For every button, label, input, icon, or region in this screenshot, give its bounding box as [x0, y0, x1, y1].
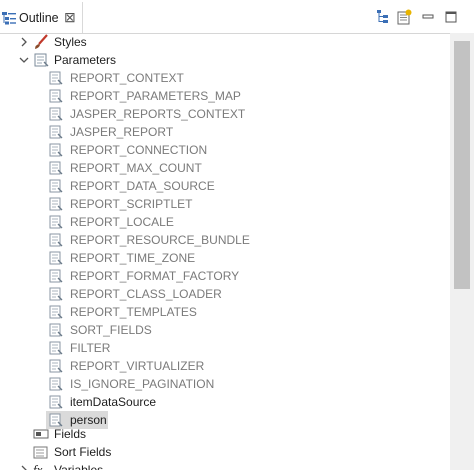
- tree-node-label: Parameters: [54, 53, 117, 67]
- view-tab-bar: Outline ⊠: [0, 0, 474, 34]
- tree-node-parameter[interactable]: REPORT_CONNECTION: [0, 141, 450, 159]
- parameter-icon: [48, 106, 64, 122]
- parameter-icon: [48, 232, 64, 248]
- outline-icon: [2, 11, 16, 25]
- tree-node-variables[interactable]: fx Variables: [0, 461, 450, 470]
- tree-node-parameter[interactable]: REPORT_TEMPLATES: [0, 303, 450, 321]
- tree-node-label: REPORT_SCRIPTLET: [70, 197, 193, 211]
- vertical-scrollbar[interactable]: [450, 33, 474, 470]
- tree-node-label: REPORT_TIME_ZONE: [70, 251, 196, 265]
- parameter-icon: [48, 196, 64, 212]
- minimize-icon[interactable]: [420, 9, 436, 25]
- fx-icon: fx: [33, 462, 43, 470]
- close-icon[interactable]: ⊠: [64, 9, 76, 26]
- sort-fields-icon: [33, 444, 49, 460]
- tree-node-parameter[interactable]: JASPER_REPORT: [0, 123, 450, 141]
- parameter-icon: [48, 358, 64, 374]
- tree-node-sort-fields[interactable]: Sort Fields: [0, 443, 450, 461]
- tree-node-label: Styles: [54, 35, 87, 49]
- tree-node-label: REPORT_DATA_SOURCE: [70, 179, 215, 193]
- tree-node-label: REPORT_CONNECTION: [70, 143, 208, 157]
- tree-node-fields[interactable]: Fields: [0, 425, 450, 443]
- maximize-icon[interactable]: [443, 9, 459, 25]
- tree-node-parameter[interactable]: JASPER_REPORTS_CONTEXT: [0, 105, 450, 123]
- chevron-right-icon[interactable]: [18, 33, 30, 51]
- chevron-right-icon[interactable]: [18, 461, 30, 470]
- brush-icon: [33, 34, 49, 50]
- parameter-icon: [48, 124, 64, 140]
- tree-node-parameter[interactable]: IS_IGNORE_PAGINATION: [0, 375, 450, 393]
- parameter-icon: [48, 88, 64, 104]
- tree-node-label: REPORT_CLASS_LOADER: [70, 287, 222, 301]
- parameters-icon: [33, 52, 49, 68]
- parameter-icon: [48, 376, 64, 392]
- tree-node-parameter[interactable]: REPORT_FORMAT_FACTORY: [0, 267, 450, 285]
- tree-node-label: REPORT_MAX_COUNT: [70, 161, 202, 175]
- outline-tree[interactable]: Styles Parameters REPORT_CONTEXT REPORT_P…: [0, 33, 450, 470]
- scrollbar-thumb[interactable]: [454, 41, 470, 289]
- parameter-icon: [48, 268, 64, 284]
- fields-icon: [33, 426, 49, 442]
- tree-node-label: itemDataSource: [70, 395, 157, 409]
- tree-node-label: REPORT_VIRTUALIZER: [70, 359, 205, 373]
- tree-node-label: SORT_FIELDS: [70, 323, 152, 337]
- tree-node-parameter[interactable]: itemDataSource: [0, 393, 450, 411]
- tree-node-styles[interactable]: Styles: [0, 33, 450, 51]
- parameter-icon: [48, 178, 64, 194]
- tree-node-parameter[interactable]: SORT_FIELDS: [0, 321, 450, 339]
- tree-node-label: FILTER: [70, 341, 111, 355]
- parameter-icon: [48, 142, 64, 158]
- tree-node-parameter[interactable]: REPORT_TIME_ZONE: [0, 249, 450, 267]
- chevron-down-icon[interactable]: [18, 51, 30, 69]
- tree-node-label: REPORT_PARAMETERS_MAP: [70, 89, 241, 103]
- parameter-icon: [48, 340, 64, 356]
- tree-node-parameter[interactable]: REPORT_SCRIPTLET: [0, 195, 450, 213]
- parameter-icon: [48, 394, 64, 410]
- tree-node-parameter[interactable]: REPORT_CONTEXT: [0, 69, 450, 87]
- tree-node-parameters[interactable]: Parameters: [0, 51, 450, 69]
- tree-node-parameter[interactable]: REPORT_DATA_SOURCE: [0, 177, 450, 195]
- tree-node-parameter[interactable]: REPORT_CLASS_LOADER: [0, 285, 450, 303]
- tree-node-label: REPORT_LOCALE: [70, 215, 174, 229]
- parameter-icon: [48, 70, 64, 86]
- tree-node-label: REPORT_RESOURCE_BUNDLE: [70, 233, 250, 247]
- tree-node-label: Fields: [54, 427, 87, 441]
- tree-node-parameter[interactable]: REPORT_RESOURCE_BUNDLE: [0, 231, 450, 249]
- parameter-icon: [48, 286, 64, 302]
- tree-node-parameter[interactable]: REPORT_MAX_COUNT: [0, 159, 450, 177]
- parameter-icon: [48, 304, 64, 320]
- parameter-icon: [48, 250, 64, 266]
- parameter-icon: [48, 160, 64, 176]
- tree-node-parameter[interactable]: REPORT_PARAMETERS_MAP: [0, 87, 450, 105]
- tree-node-parameter[interactable]: REPORT_LOCALE: [0, 213, 450, 231]
- tree-node-label: JASPER_REPORTS_CONTEXT: [70, 107, 246, 121]
- tree-node-parameter[interactable]: REPORT_VIRTUALIZER: [0, 357, 450, 375]
- tab-title: Outline: [19, 11, 59, 25]
- tree-node-label: IS_IGNORE_PAGINATION: [70, 377, 215, 391]
- tree-node-label: Sort Fields: [54, 445, 112, 459]
- tree-node-label: JASPER_REPORT: [70, 125, 174, 139]
- tree-node-label: Variables: [54, 463, 104, 470]
- tree-node-parameter[interactable]: FILTER: [0, 339, 450, 357]
- tree-node-label: REPORT_FORMAT_FACTORY: [70, 269, 240, 283]
- parameter-icon: [48, 322, 64, 338]
- new-document-icon[interactable]: [396, 9, 412, 25]
- parameter-icon: [48, 214, 64, 230]
- hierarchy-icon[interactable]: [375, 9, 391, 25]
- tree-node-label: REPORT_CONTEXT: [70, 71, 184, 85]
- tab-outline[interactable]: Outline ⊠: [0, 2, 83, 33]
- tree-node-label: REPORT_TEMPLATES: [70, 305, 197, 319]
